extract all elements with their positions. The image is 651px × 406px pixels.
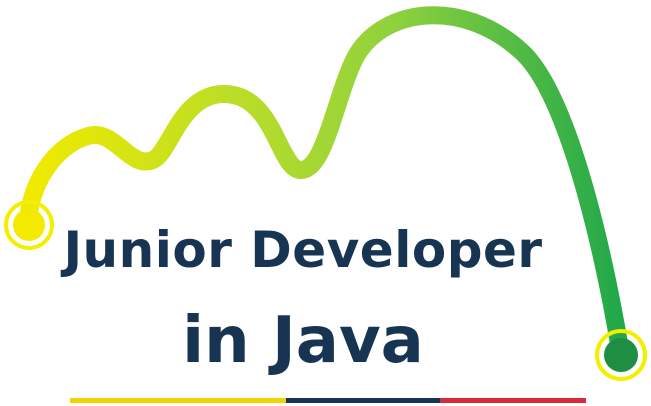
end-dot (604, 338, 638, 372)
title-line-2: in Java (182, 304, 424, 378)
course-logo: Junior Developer in Java (0, 0, 651, 406)
underline-yellow (70, 398, 286, 403)
underline-navy (286, 398, 440, 403)
title-line-1: Junior Developer (63, 221, 543, 279)
underline-red (440, 398, 586, 403)
start-dot (13, 209, 45, 241)
